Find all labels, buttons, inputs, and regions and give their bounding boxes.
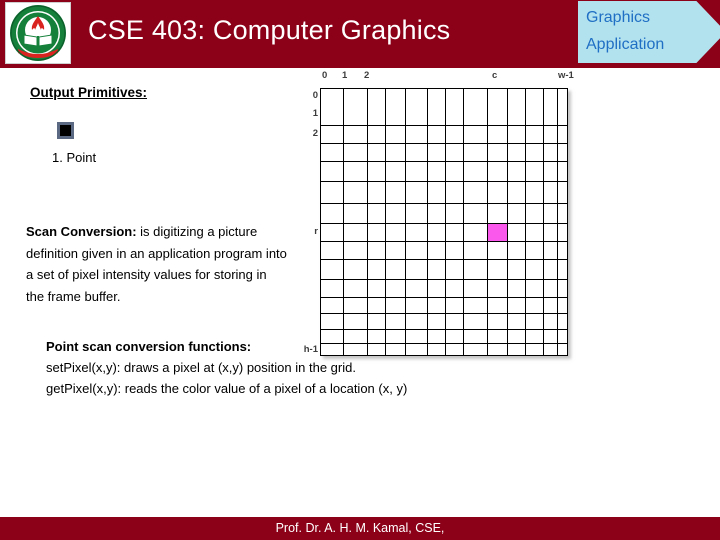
grid-vertical-line: [557, 89, 558, 355]
grid-horizontal-line: [321, 203, 567, 204]
grid-vertical-line: [343, 89, 344, 355]
grid-vertical-line: [367, 89, 368, 355]
heading-output-primitives: Output Primitives:: [30, 85, 148, 100]
grid-column-labels: 0 1 2 c w-1: [320, 70, 574, 87]
grid-column-label: c: [492, 70, 498, 81]
grid-horizontal-line: [321, 343, 567, 344]
list-item-point: 1. Point: [52, 150, 97, 165]
pixel-at-r-c: [487, 223, 507, 241]
content-left-column: Output Primitives: 1. Point Scan Convers…: [0, 68, 300, 508]
paragraph-scan-conversion: Scan Conversion: is digitizing a picture…: [26, 221, 288, 307]
grid-column-label: 2: [364, 70, 370, 81]
grid-horizontal-line: [321, 223, 567, 224]
pixel-grid: [320, 88, 568, 356]
grid-vertical-line: [525, 89, 526, 355]
callout-line-1: Graphics: [586, 9, 651, 26]
pixel-grid-diagram: 0 1 2 c w-1 0 1 2 r h-1: [296, 70, 574, 358]
university-seal-logo: [5, 2, 71, 64]
grid-horizontal-line: [321, 313, 567, 314]
grid-horizontal-line: [321, 279, 567, 280]
grid-vertical-line: [543, 89, 544, 355]
grid-vertical-line: [445, 89, 446, 355]
grid-horizontal-line: [321, 241, 567, 242]
page-title: CSE 403: Computer Graphics: [88, 15, 451, 45]
footer-text: Prof. Dr. A. H. M. Kamal, CSE,: [275, 521, 445, 535]
header-bar: CSE 403: Computer Graphics Graphics Appl…: [0, 0, 720, 68]
grid-vertical-line: [507, 89, 508, 355]
grid-horizontal-line: [321, 143, 567, 144]
callout-text-block: Graphics Application: [586, 4, 706, 58]
grid-row-label: r: [314, 226, 318, 237]
grid-vertical-line: [405, 89, 406, 355]
function-set-pixel: setPixel(x,y): draws a pixel at (x,y) po…: [46, 360, 356, 375]
graphics-application-callout: Graphics Application: [578, 1, 720, 63]
function-get-pixel: getPixel(x,y): reads the color value of …: [46, 381, 408, 396]
callout-line-2: Application: [586, 36, 665, 53]
grid-horizontal-line: [321, 297, 567, 298]
grid-row-label: 0: [312, 90, 318, 101]
grid-horizontal-line: [321, 181, 567, 182]
grid-column-label: w-1: [558, 70, 574, 81]
grid-column-label: 0: [322, 70, 328, 81]
footer-bar: Prof. Dr. A. H. M. Kamal, CSE,: [0, 517, 720, 540]
grid-row-label: 1: [312, 108, 318, 119]
grid-horizontal-line: [321, 125, 567, 126]
grid-row-label: h-1: [303, 344, 318, 355]
grid-column-label: 1: [342, 70, 348, 81]
grid-horizontal-line: [321, 329, 567, 330]
university-seal-svg: [6, 3, 70, 63]
grid-row-labels: 0 1 2 r h-1: [296, 88, 318, 358]
term-scan-conversion: Scan Conversion:: [26, 224, 137, 239]
grid-vertical-line: [427, 89, 428, 355]
grid-vertical-line: [487, 89, 488, 355]
grid-vertical-line: [463, 89, 464, 355]
grid-horizontal-line: [321, 259, 567, 260]
grid-row-label: 2: [312, 128, 318, 139]
filled-square-point-icon: [57, 122, 74, 139]
grid-horizontal-line: [321, 161, 567, 162]
grid-vertical-line: [385, 89, 386, 355]
